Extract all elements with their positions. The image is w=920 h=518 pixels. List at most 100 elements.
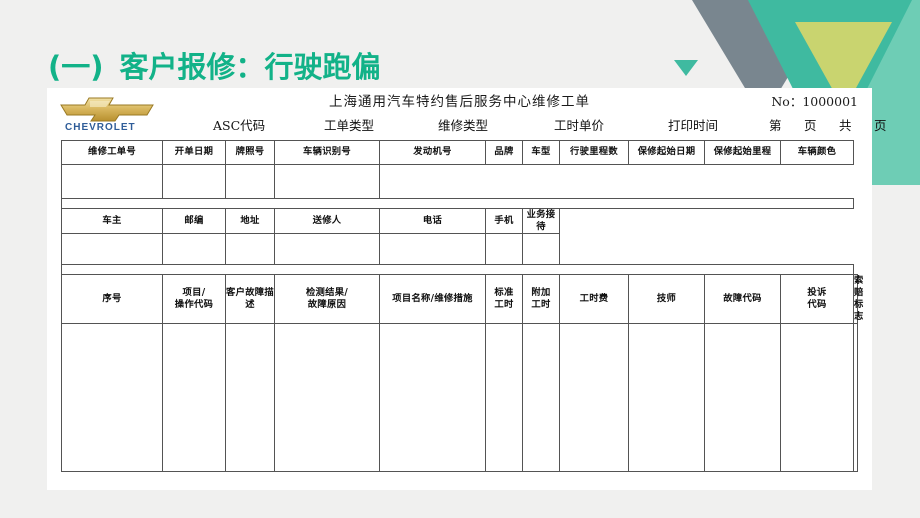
table-header-cell: 保修起始里程 — [704, 140, 781, 165]
table-input-cell[interactable] — [274, 164, 380, 199]
spacer-cell — [61, 198, 854, 209]
work-order-table: 维修工单号 开单日期 牌照号 车辆识别号 发动机号 品牌 车型 行驶里程数 保修起始日期 保修起始… — [61, 140, 864, 473]
table-header-cell: 送修人 — [274, 207, 380, 235]
table-input-cell[interactable] — [485, 233, 523, 266]
header-label-line2: 故障原因 — [307, 299, 347, 311]
table-data-row-vehicle — [61, 164, 858, 199]
table-header-cell: 保修起始日期 — [628, 140, 705, 165]
table-header-cell: 车型 — [522, 140, 560, 165]
header-label-line1: 技师 — [656, 293, 677, 305]
table-header-cell: 发动机号 — [379, 140, 486, 165]
table-input-cell[interactable] — [274, 323, 380, 473]
header-label-line1: 项目/ — [182, 287, 206, 299]
table-header-cell: 项目/操作代码 — [162, 274, 226, 325]
table-input-cell[interactable] — [379, 323, 486, 473]
table-header-cell: 投诉 代码 — [780, 274, 854, 325]
order-number: No：1000001 — [771, 94, 858, 109]
table-header-cell: 技师 — [628, 274, 705, 325]
table-input-cell[interactable] — [61, 323, 163, 473]
table-input-cell[interactable] — [225, 323, 275, 473]
table-header-cell: 业务接待 — [522, 207, 560, 235]
table-header-cell: 品牌 — [485, 140, 523, 165]
table-header-cell: 车主 — [61, 207, 163, 235]
meta-field-4: 工时单价 — [554, 118, 605, 133]
table-input-cell[interactable] — [704, 323, 781, 473]
table-input-cell[interactable] — [379, 233, 486, 266]
table-body: 维修工单号 开单日期 牌照号 车辆识别号 发动机号 品牌 车型 行驶里程数 保修起始日期 保修起始… — [61, 140, 864, 473]
table-header-cell: 工时费 — [559, 274, 629, 325]
slide-title: (一) 客户报修：行驶跑偏 — [48, 44, 381, 86]
page-field-1: 第 — [769, 118, 782, 133]
header-label-line1: 投诉 — [807, 287, 827, 299]
header-label-line1: 索赔 — [854, 275, 864, 299]
page-field-2: 页 — [804, 118, 817, 133]
table-input-cell[interactable] — [522, 233, 560, 266]
table-header-cell: 车辆识别号 — [274, 140, 380, 165]
meta-field-row: ASC代码 工单类型 维修类型 工时单价 打印时间 第 页 共 页 — [47, 115, 887, 137]
table-header-cell: 邮编 — [162, 207, 226, 235]
table-input-cell[interactable] — [522, 323, 560, 473]
table-input-cell[interactable] — [61, 164, 163, 199]
table-section-spacer — [61, 198, 858, 209]
header-label-line1: 序号 — [102, 293, 122, 305]
table-header-cell: 开单日期 — [162, 140, 226, 165]
table-input-cell[interactable] — [61, 233, 163, 266]
header-label-line1: 附加 — [531, 287, 551, 299]
header-label-line2: 代码 — [807, 299, 827, 311]
page-field-3: 共 — [839, 118, 852, 133]
table-input-cell[interactable] — [162, 323, 226, 473]
header-label-line1: 客户故障描述 — [226, 287, 274, 311]
meta-field-2: 工单类型 — [324, 118, 375, 133]
table-section-spacer — [61, 264, 858, 276]
table-header-cell: 附加 工时 — [522, 274, 560, 325]
table-header-cell: 维修工单号 — [61, 140, 163, 165]
header-label-line1: 工时费 — [579, 293, 609, 305]
table-data-row-repair-items — [61, 323, 858, 473]
table-input-cell[interactable] — [559, 323, 629, 473]
header-label-line1: 故障代码 — [723, 293, 762, 305]
table-input-cell[interactable] — [628, 323, 705, 473]
table-header-cell: 项目名称/维修措施 — [379, 274, 486, 325]
table-data-row-owner — [61, 233, 858, 266]
table-input-cell[interactable] — [485, 323, 523, 473]
table-header-cell: 牌照号 — [225, 140, 275, 165]
spacer-cell — [61, 264, 854, 276]
meta-field-1: ASC代码 — [213, 118, 266, 133]
table-header-row-owner: 车主 邮编 地址 送修人 电话 手机 业务接待 — [61, 207, 858, 235]
meta-field-3: 维修类型 — [438, 118, 489, 133]
table-header-cell: 客户故障描述 — [225, 274, 275, 325]
table-header-cell: 行驶里程数 — [559, 140, 629, 165]
table-header-cell: 故障代码 — [704, 274, 781, 325]
table-header-cell: 电话 — [379, 207, 486, 235]
work-order-document: CHEVROLET 上海通用汽车特约售后服务中心维修工单 No：1000001 … — [47, 88, 887, 490]
slide-title-text: 客户报修：行驶跑偏 — [119, 50, 381, 84]
table-input-cell[interactable] — [162, 233, 226, 266]
header-label-line2: 工时 — [494, 299, 514, 311]
header-label-line1: 检测结果/ — [305, 287, 349, 299]
table-header-cell: 车辆颜色 — [780, 140, 854, 165]
header-label-line2: 操作代码 — [174, 299, 214, 311]
table-header-cell: 索赔 标志 — [853, 274, 864, 325]
table-header-row-repair-items: 序号 项目/操作代码 客户故障描述 检测结果/故障原因 项目名称/维修措施 标准 工时 附加工… — [61, 274, 864, 325]
document-title: 上海通用汽车特约售后服务中心维修工单 — [329, 94, 590, 110]
meta-field-5: 打印时间 — [668, 118, 719, 133]
header-label-line1: 项目名称/维修措施 — [392, 293, 473, 305]
header-label-line2: 工时 — [531, 299, 551, 311]
table-header-row-vehicle: 维修工单号 开单日期 牌照号 车辆识别号 发动机号 品牌 车型 行驶里程数 保修起始日期 保修起始… — [61, 140, 858, 165]
header-label-line1: 标准 — [494, 287, 514, 299]
table-input-cell[interactable] — [162, 164, 226, 199]
table-input-cell[interactable] — [853, 323, 858, 473]
header-label-line2: 标志 — [854, 299, 864, 323]
table-header-cell: 地址 — [225, 207, 275, 235]
table-input-cell[interactable] — [780, 323, 854, 473]
slide-title-number: (一) — [48, 50, 104, 84]
teal-marker-triangle-top — [674, 60, 698, 76]
table-input-cell[interactable] — [225, 233, 275, 266]
table-header-cell: 标准 工时 — [485, 274, 523, 325]
table-header-cell: 手机 — [485, 207, 523, 235]
table-input-cell[interactable] — [225, 164, 275, 199]
table-input-cell[interactable] — [274, 233, 380, 266]
table-header-cell: 序号 — [61, 274, 163, 325]
table-header-cell: 检测结果/故障原因 — [274, 274, 380, 325]
page-field-4: 页 — [874, 118, 887, 133]
